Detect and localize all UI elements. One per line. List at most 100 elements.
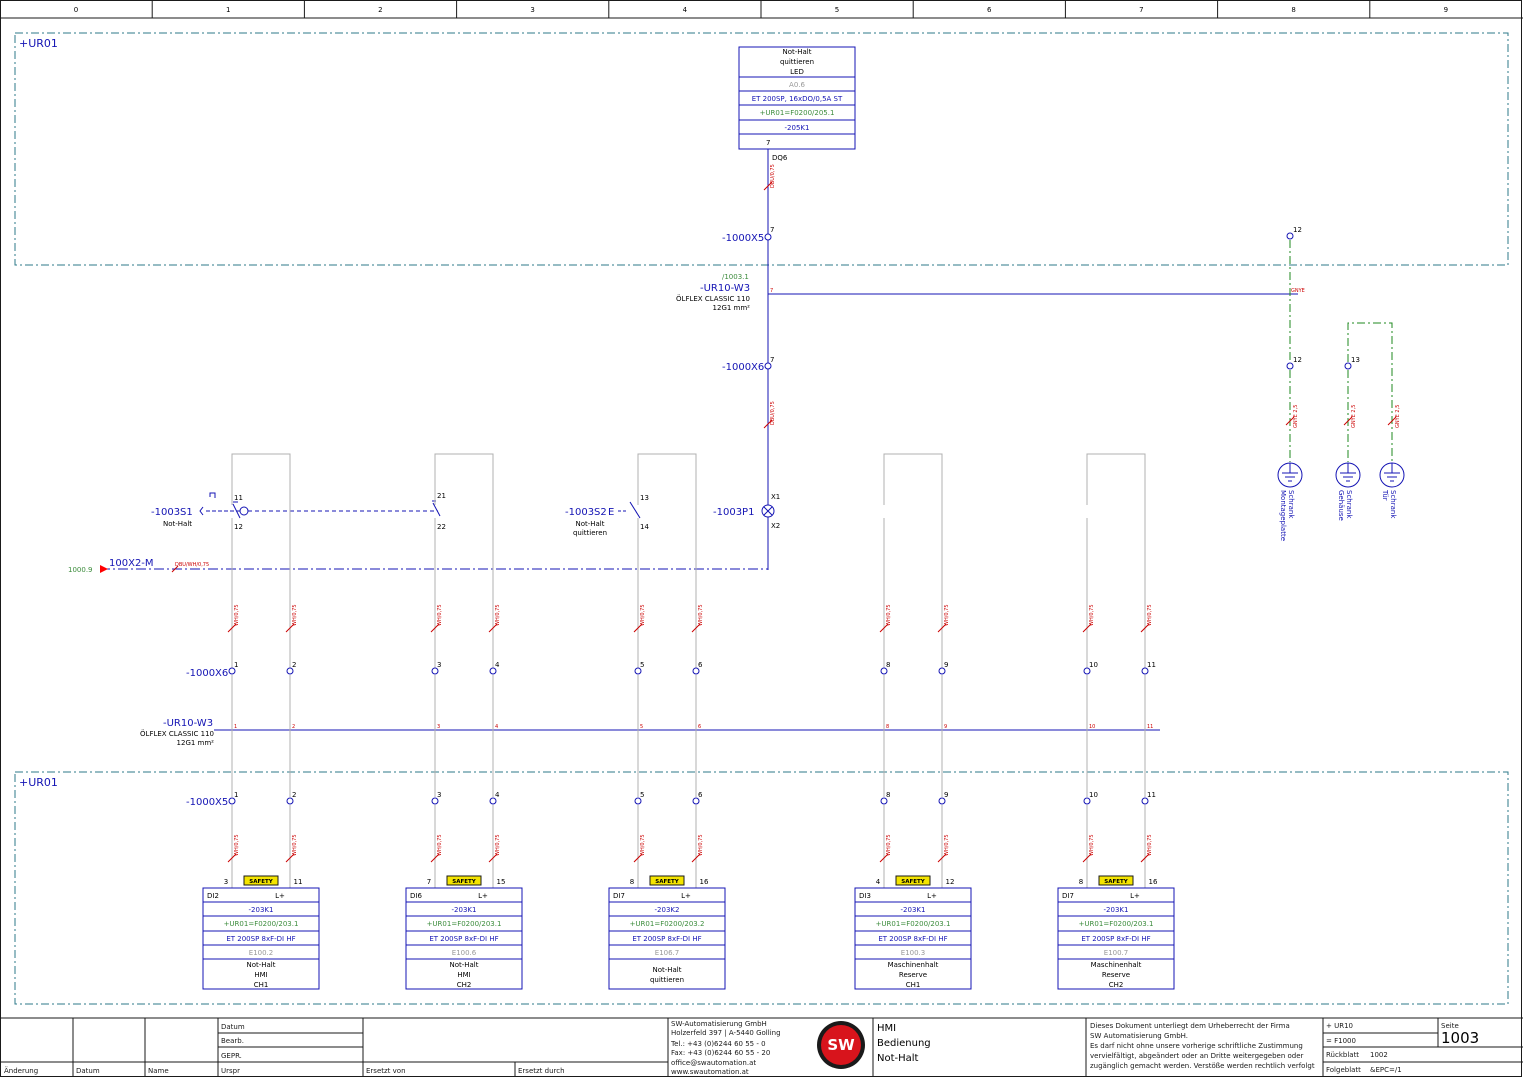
column-number: 7 bbox=[1139, 6, 1143, 14]
module-address: E100.2 bbox=[249, 949, 273, 957]
ground-label-1: Schrank bbox=[1345, 490, 1353, 519]
cable-core-label: 6 bbox=[698, 724, 701, 730]
cable-top-size: 12G1 mm² bbox=[713, 304, 751, 312]
wire-label: WH/0,75 bbox=[886, 834, 892, 856]
module-desc-3: LED bbox=[790, 68, 804, 76]
module-desc: Maschinenhalt bbox=[888, 961, 939, 969]
pe-terminal-upper-pin: 12 bbox=[1293, 226, 1302, 234]
switch-s2-pin-14: 14 bbox=[640, 523, 649, 531]
estop-s1-pin-11: 11 bbox=[234, 494, 243, 502]
tb-aenderung: Änderung bbox=[4, 1066, 38, 1075]
module-desc-2: quittieren bbox=[780, 58, 814, 66]
switch-s2-tag: -1003S2 bbox=[565, 507, 607, 518]
module-pin: 7 bbox=[766, 139, 770, 147]
estop-s1-desc: Not-Halt bbox=[163, 520, 192, 528]
module-address: E100.3 bbox=[901, 949, 925, 957]
cable-top-type: ÖLFLEX CLASSIC 110 bbox=[676, 294, 750, 303]
module-desc: Maschinenhalt bbox=[1091, 961, 1142, 969]
tb-company-4: Fax: +43 (0)6244 60 55 - 20 bbox=[671, 1049, 770, 1057]
tb-folgeblatt: &EPC=/1 bbox=[1370, 1066, 1402, 1074]
safety-input-module[interactable]: DI2 L+-203K1 +UR01=F0200/203.1 ET 200SP 8xF… bbox=[202, 887, 320, 990]
switch-s2-pin-13: 13 bbox=[640, 494, 649, 502]
module-di: DI7 bbox=[1062, 892, 1074, 900]
column-number: 9 bbox=[1444, 6, 1448, 14]
module-pin-left: 7 bbox=[427, 878, 431, 886]
terminal-x6-pin: 10 bbox=[1089, 661, 1098, 669]
m-wire-label: DBU/WH/0,75 bbox=[175, 562, 209, 568]
safety-input-module[interactable]: DI3 L+-203K1 +UR01=F0200/203.1 ET 200SP 8xF… bbox=[854, 887, 972, 990]
tb-rueckblatt: 1002 bbox=[1370, 1051, 1388, 1059]
switch-s2-suffix: E bbox=[608, 507, 614, 518]
safety-badge-label: SAFETY bbox=[901, 879, 925, 885]
pe-section bbox=[1289, 240, 1393, 462]
contact-link bbox=[637, 453, 697, 668]
safety-badge-label: SAFETY bbox=[655, 879, 679, 885]
contact-link bbox=[231, 453, 291, 668]
safety-input-module[interactable]: DI6 L+-203K1 +UR01=F0200/203.1 ET 200SP 8xF… bbox=[405, 887, 523, 990]
cable-bottom-size: 12G1 mm² bbox=[177, 739, 215, 747]
terminal-x5-top-pin: 7 bbox=[770, 226, 774, 234]
svg-text:GNYE 2,5: GNYE 2,5 bbox=[1293, 405, 1299, 428]
svg-text:DBU/0,75: DBU/0,75 bbox=[770, 164, 776, 188]
module-di: DI3 bbox=[859, 892, 871, 900]
module-tag: -203K1 bbox=[1104, 906, 1129, 914]
cable-core-label: 5 bbox=[640, 724, 643, 730]
module-type: ET 200SP 8xF-DI HF bbox=[878, 935, 947, 943]
tb-copyright-1: Dieses Dokument unterliegt dem Urheberre… bbox=[1090, 1022, 1290, 1030]
module-channel: DQ6 bbox=[772, 154, 788, 162]
safety-input-module[interactable]: DI7 L+-203K1 +UR01=F0200/203.1 ET 200SP 8xF… bbox=[1057, 887, 1175, 990]
cable-top-core: 7 bbox=[770, 288, 773, 294]
safety-input-module[interactable]: DI7 L+-203K2 +UR01=F0200/203.2 ET 200SP 8xF… bbox=[608, 887, 726, 990]
pe-wire-labels: GNYE 2,5 GNYE 2,5 GNYE 2,5 bbox=[1285, 405, 1401, 428]
module-desc: Reserve bbox=[899, 971, 927, 979]
terminal-x6-pin: 1 bbox=[234, 661, 238, 669]
tb-company-1: SW-Automatisierung GmbH bbox=[671, 1020, 767, 1028]
module-pin-right: 16 bbox=[1149, 878, 1158, 886]
wire-label: WH/0,75 bbox=[1089, 604, 1095, 626]
module-tag: -203K1 bbox=[901, 906, 926, 914]
module-pin-left: 8 bbox=[1079, 878, 1083, 886]
wire-label: WH/0,75 bbox=[944, 604, 950, 626]
lamp-p1[interactable] bbox=[761, 504, 775, 518]
terminal-x5-pin: 6 bbox=[698, 791, 703, 799]
cable-core-label: 2 bbox=[292, 724, 295, 730]
lamp-p1-tag: -1003P1 bbox=[713, 507, 754, 518]
module-desc: Not-Halt bbox=[246, 961, 275, 969]
terminal-x6-low-tag: -1000X6 bbox=[186, 668, 228, 679]
tb-gepr: GEPR. bbox=[221, 1052, 242, 1060]
switch-s2[interactable] bbox=[618, 501, 641, 519]
terminal-x5-pin: 3 bbox=[437, 791, 441, 799]
tb-title-3: Not-Halt bbox=[877, 1053, 919, 1064]
tb-copyright-3: Es darf nicht ohne unsere vorherige schr… bbox=[1090, 1042, 1303, 1050]
module-desc: HMI bbox=[254, 971, 267, 979]
module-desc: quittieren bbox=[650, 976, 684, 984]
estop-s1-pin-12: 12 bbox=[234, 523, 243, 531]
tb-plant: + UR10 bbox=[1326, 1022, 1353, 1030]
column-number: 4 bbox=[683, 6, 688, 14]
tb-datum: Datum bbox=[221, 1023, 245, 1031]
tb-title-2: Bedienung bbox=[877, 1038, 931, 1049]
terminal-x5-pin: 11 bbox=[1147, 791, 1156, 799]
column-number: 6 bbox=[987, 6, 992, 14]
tb-seite: 1003 bbox=[1441, 1029, 1479, 1047]
terminal-x5-low-tag: -1000X5 bbox=[186, 797, 228, 808]
m-crossref: 1000.9 bbox=[68, 566, 93, 574]
module-address: E100.7 bbox=[1104, 949, 1128, 957]
tb-copyright-2: SW Automatisierung GmbH. bbox=[1090, 1032, 1188, 1040]
ground-icon bbox=[1379, 462, 1405, 488]
plc-output-module[interactable]: Not-Halt quittieren LED A0.6 ET 200SP, 1… bbox=[738, 46, 856, 162]
module-desc: HMI bbox=[457, 971, 470, 979]
lamp-p1-pin-x1: X1 bbox=[771, 493, 780, 501]
cable-core-label: 3 bbox=[437, 724, 440, 730]
svg-text:SW: SW bbox=[827, 1036, 855, 1054]
terminal-x5-pin: 8 bbox=[886, 791, 890, 799]
terminal-x6-pin: 6 bbox=[698, 661, 703, 669]
module-lplus: L+ bbox=[275, 892, 285, 900]
terminal-x5-pin: 2 bbox=[292, 791, 296, 799]
contact-link bbox=[883, 453, 943, 668]
terminal-x5-top[interactable] bbox=[764, 233, 772, 241]
module-location: +UR01=F0200/203.1 bbox=[1079, 920, 1154, 928]
location-label-bottom: +UR01 bbox=[19, 776, 58, 789]
module-tag: -205K1 bbox=[785, 124, 810, 132]
module-desc: Reserve bbox=[1102, 971, 1130, 979]
